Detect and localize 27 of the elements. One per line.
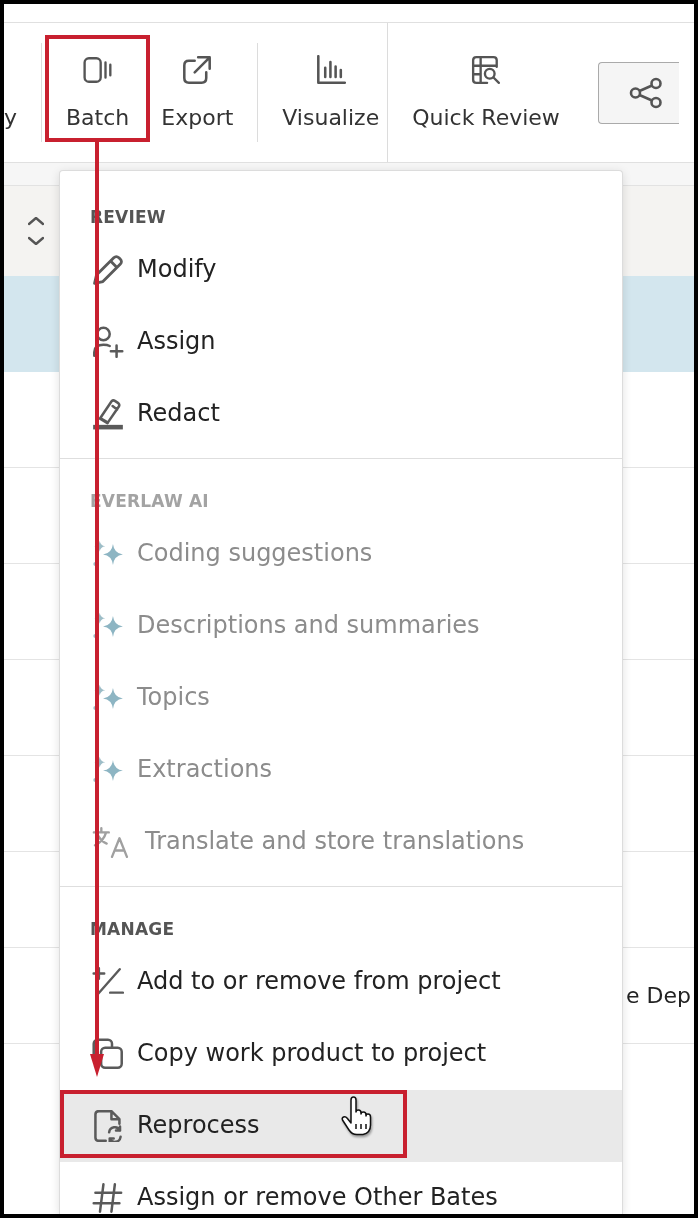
person-plus-icon [92, 326, 124, 358]
copy-icon [92, 1038, 124, 1070]
toolbar-button[interactable]: y [4, 35, 26, 142]
sort-icon[interactable] [28, 217, 44, 245]
toolbar-button[interactable]: Batch [45, 35, 151, 142]
table-cell: e Dep [626, 983, 691, 1008]
menu-item[interactable]: Reprocess [60, 1090, 622, 1162]
share-button[interactable] [597, 62, 679, 124]
card-stack-icon [82, 55, 113, 85]
menu-item[interactable]: Add to or remove from project [60, 946, 622, 1018]
pen-underline-icon [92, 398, 124, 430]
share-icon [627, 77, 664, 109]
menu-item[interactable]: Assign or remove Other Bates [60, 1162, 622, 1214]
pencil-icon [92, 254, 124, 286]
external-link-icon [182, 55, 213, 85]
bar-chart-icon [315, 55, 346, 85]
hand-cursor-icon [340, 1096, 372, 1136]
hash-icon [92, 1182, 124, 1214]
magnifier-grid-icon [471, 55, 501, 85]
menu-item[interactable]: Modify [60, 234, 622, 306]
toolbar-button[interactable]: Visualize [274, 35, 388, 142]
toolbar-button[interactable]: Export [153, 35, 242, 142]
menu-item[interactable]: Copy work product to project [60, 1018, 622, 1090]
file-refresh-icon [92, 1110, 124, 1142]
menu-item[interactable]: Assign [60, 306, 622, 378]
menu-item[interactable]: Redact [60, 378, 622, 450]
toolbar-button[interactable]: Quick Review [404, 35, 568, 142]
